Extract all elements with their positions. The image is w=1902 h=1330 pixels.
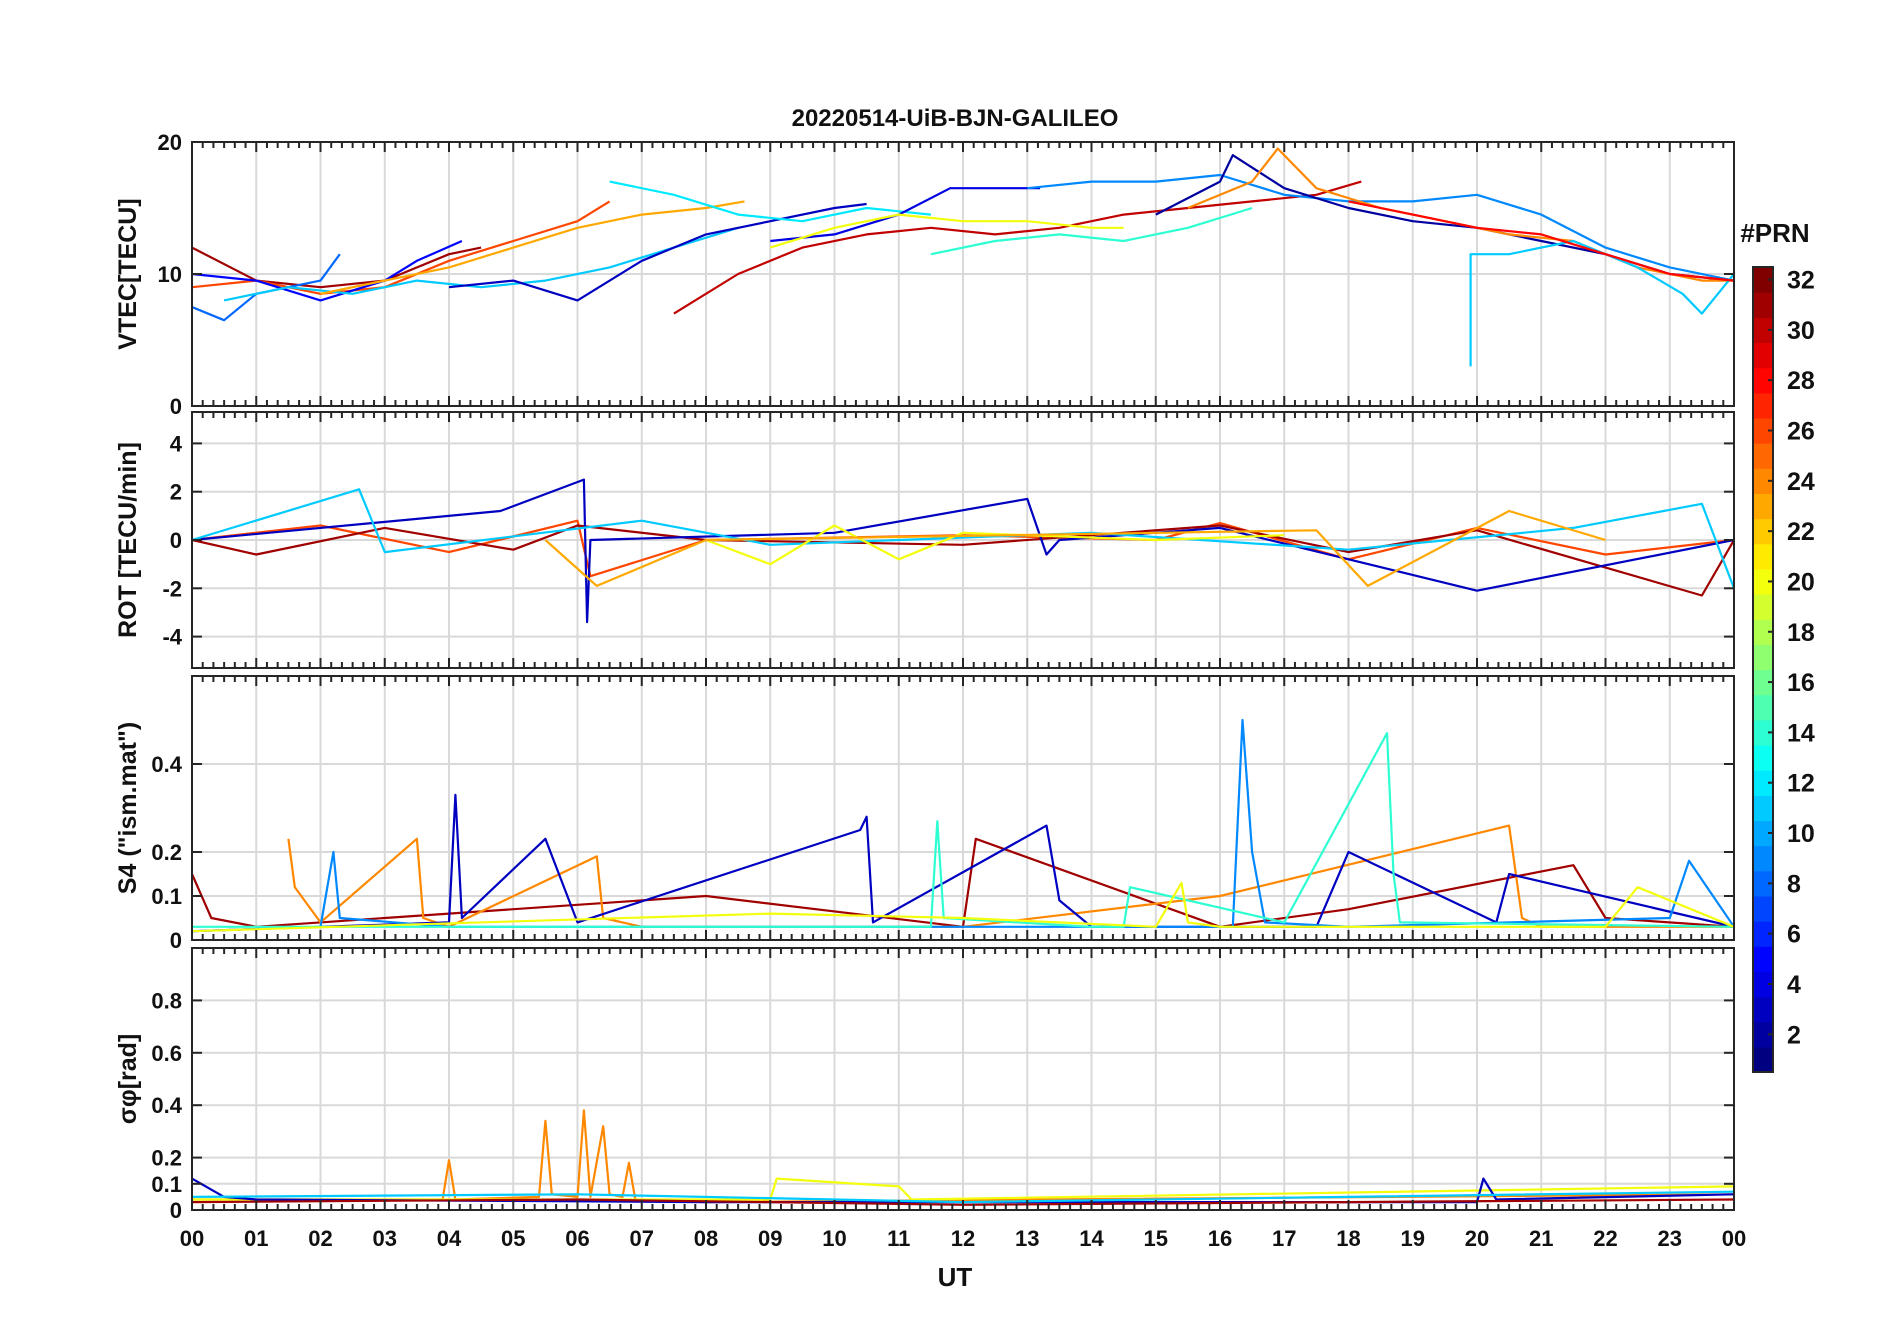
colorbar-segment [1753, 845, 1773, 872]
figure-title: 20220514-UiB-BJN-GALILEO [792, 105, 1119, 132]
x-tick-label: 00 [180, 1226, 204, 1251]
x-tick-label: 10 [822, 1226, 846, 1251]
colorbar-segment [1753, 594, 1773, 620]
colorbar-segment [1753, 1046, 1773, 1073]
x-tick-label: 05 [501, 1226, 525, 1251]
figure-canvas: 20220514-UiB-BJN-GALILEO 01020VTEC[TECU]… [114, 105, 1815, 1292]
colorbar-segment [1753, 543, 1773, 570]
colorbar-tick-label: 2 [1787, 1021, 1801, 1049]
y-axis-label: VTEC[TECU] [114, 198, 142, 349]
x-tick-label: 18 [1336, 1226, 1360, 1251]
x-tick-label: 12 [951, 1226, 975, 1251]
y-tick-label: 0 [170, 928, 182, 953]
colorbar-segment [1753, 644, 1773, 671]
colorbar-tick-label: 16 [1787, 669, 1815, 697]
panel-1: 0 10 20 VTEC[TECU] [114, 130, 1735, 419]
panel-3: 0 0.1 0.2 0.4 S4 ("ism.mat") [114, 675, 1735, 953]
y-tick-label: 0.2 [151, 840, 182, 865]
colorbar-segment [1753, 443, 1773, 469]
x-tick-label: 20 [1465, 1226, 1489, 1251]
y-tick-label: 0.2 [151, 1146, 182, 1171]
y-tick-label: 0 [170, 1198, 182, 1223]
series-line-prn-30 [673, 180, 1362, 315]
y-tick-label: 0.1 [151, 884, 182, 909]
colorbar-segment [1753, 996, 1773, 1023]
colorbar-segment [1753, 392, 1773, 419]
colorbar-tick-label: 4 [1787, 971, 1801, 999]
x-axis-label: UT [938, 1262, 973, 1292]
series-line-prn-31 [192, 246, 482, 289]
x-tick-label: 13 [1015, 1226, 1039, 1251]
x-tick-label: 00 [1722, 1226, 1746, 1251]
colorbar-tick-label: 30 [1787, 317, 1815, 345]
x-tick-label: 11 [887, 1226, 910, 1251]
y-tick-label: 4 [170, 431, 183, 456]
x-tick-label: 17 [1272, 1226, 1296, 1251]
y-tick-label: 0.8 [151, 988, 182, 1013]
series-line-prn-11 [223, 226, 739, 302]
x-tick-label: 01 [244, 1226, 268, 1251]
y-tick-label: 10 [158, 262, 182, 287]
colorbar-tick-label: 22 [1787, 518, 1815, 546]
colorbar-tick-label: 24 [1787, 468, 1815, 496]
x-tick-label: 19 [1401, 1226, 1425, 1251]
colorbar-segment [1753, 292, 1773, 318]
y-tick-label: 0 [170, 528, 182, 553]
colorbar-tick-label: 10 [1787, 820, 1815, 848]
y-axis-label: S4 ("ism.mat") [114, 722, 142, 894]
series-line-prn-23 [544, 509, 1606, 588]
colorbar-segment [1753, 694, 1773, 721]
colorbar-tick-label: 26 [1787, 418, 1815, 446]
colorbar-segment [1753, 795, 1773, 822]
x-tick-label: 07 [630, 1226, 654, 1251]
x-tick-label: 21 [1529, 1226, 1553, 1251]
colorbar-tick-label: 6 [1787, 921, 1801, 949]
x-tick-label: 23 [1658, 1226, 1682, 1251]
y-tick-label: 0.4 [151, 1093, 182, 1118]
panels: 01020VTEC[TECU]-4-2024ROT [TECU/min]00.1… [114, 130, 1746, 1251]
colorbar-segment [1753, 946, 1773, 972]
colorbar-segment [1753, 895, 1773, 922]
x-tick-label: 03 [373, 1226, 397, 1251]
colorbar-tick-label: 14 [1787, 719, 1815, 747]
x-tick-label: 22 [1593, 1226, 1617, 1251]
panel-2: -4 -2 0 2 4 ROT [TECU/min] [114, 411, 1735, 669]
panel-4: 00.10.2 0.4 0.6 0.8 σφ[rad] 00 01 02 03 04 05 06 07 0… [114, 947, 1746, 1251]
x-tick-label: 06 [565, 1226, 589, 1251]
colorbar-tick-label: 18 [1787, 619, 1815, 647]
x-tick-label: 04 [437, 1226, 462, 1251]
colorbar-title: #PRN [1740, 218, 1809, 248]
colorbar-tick-label: 28 [1787, 367, 1815, 395]
y-tick-label: -2 [162, 576, 182, 601]
colorbar-tick-label: 20 [1787, 568, 1815, 596]
y-axis-label: σφ[rad] [114, 1034, 142, 1125]
colorbar-segment [1753, 493, 1773, 520]
colorbar-tick-label: 8 [1787, 870, 1801, 898]
colorbar-segment [1753, 342, 1773, 369]
x-tick-label: 15 [1144, 1226, 1168, 1251]
x-tick-label: 02 [308, 1226, 332, 1251]
x-tick-label: 08 [694, 1226, 718, 1251]
y-tick-label: 2 [170, 480, 182, 505]
colorbar-tick-label: 12 [1787, 770, 1815, 798]
y-tick-label: 0.4 [151, 752, 182, 777]
y-tick-label: 20 [158, 130, 182, 155]
colorbar-segment [1753, 744, 1773, 771]
series-line-prn-2 [1155, 154, 1734, 282]
x-tick-label: 16 [1208, 1226, 1232, 1251]
series-line-prn-11 [1469, 239, 1734, 367]
y-tick-label: 0 [170, 394, 182, 419]
y-tick-label: 0.6 [151, 1041, 182, 1066]
colorbar-tick-label: 32 [1787, 267, 1815, 295]
y-tick-label: -4 [162, 625, 182, 650]
y-axis-label: ROT [TECU/min] [114, 442, 142, 638]
x-tick-label: 14 [1079, 1226, 1104, 1251]
series-line-prn-9 [1027, 173, 1734, 282]
colorbar: 2468101214161820222426283032 [1752, 266, 1815, 1073]
x-tick-label: 09 [758, 1226, 782, 1251]
y-tick-label: 0.1 [151, 1172, 182, 1197]
